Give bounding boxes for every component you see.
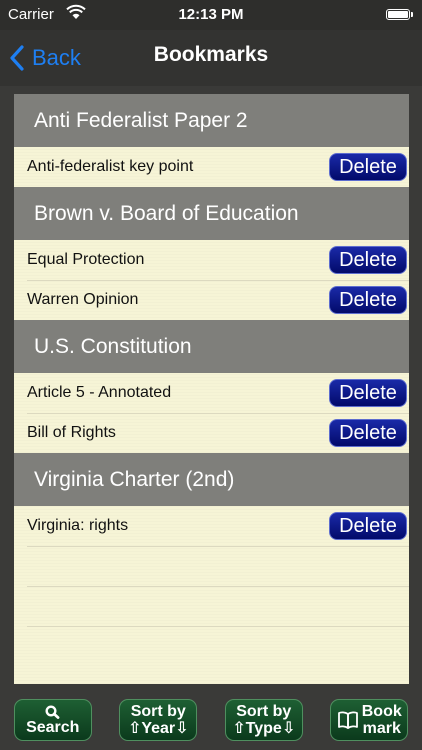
sort-year-label-top: Sort by (130, 703, 186, 720)
section-header: Anti Federalist Paper 2 (14, 94, 409, 147)
bookmark-label-bottom: mark (362, 720, 401, 737)
delete-button[interactable]: Delete (329, 246, 407, 274)
search-label: Search (26, 718, 80, 736)
section-header: Brown v. Board of Education (14, 187, 409, 240)
delete-button[interactable]: Delete (329, 419, 407, 447)
bookmark-label: Anti-federalist key point (27, 158, 194, 175)
sort-by-type-button[interactable]: Sort by ⇧Type⇩ (224, 699, 303, 741)
bookmark-label: Warren Opinion (27, 291, 139, 308)
bookmark-row[interactable]: Article 5 - Annotated Delete (14, 373, 409, 413)
bottom-toolbar: Search Sort by ⇧Year⇩ Sort by ⇧Type⇩ Boo… (0, 690, 422, 750)
sort-year-label-bottom: ⇧Year⇩ (127, 720, 189, 737)
delete-button[interactable]: Delete (329, 379, 407, 407)
bookmark-row[interactable]: Virginia: rights Delete (14, 506, 409, 546)
bookmark-label: Equal Protection (27, 251, 145, 268)
empty-row (27, 586, 409, 626)
empty-row (27, 546, 409, 586)
bookmark-label-top: Book (361, 703, 402, 720)
empty-row (27, 626, 409, 666)
status-bar: Carrier 12:13 PM (0, 0, 422, 30)
bookmark-label: Bill of Rights (27, 424, 116, 441)
section-header: Virginia Charter (2nd) (14, 453, 409, 506)
navigation-bar: Back Bookmarks (0, 30, 422, 86)
delete-button[interactable]: Delete (329, 153, 407, 181)
sort-type-label-top: Sort by (236, 703, 292, 720)
sort-by-year-button[interactable]: Sort by ⇧Year⇩ (119, 699, 198, 741)
bookmark-row[interactable]: Bill of Rights Delete (14, 413, 409, 453)
add-bookmark-button[interactable]: Book mark (330, 699, 409, 741)
section-header: U.S. Constitution (14, 320, 409, 373)
bookmark-row[interactable]: Warren Opinion Delete (14, 280, 409, 320)
search-button[interactable]: Search (13, 699, 92, 741)
delete-button[interactable]: Delete (329, 512, 407, 540)
bookmark-label: Virginia: rights (27, 517, 129, 534)
bookmark-label: Article 5 - Annotated (27, 384, 172, 401)
page-title: Bookmarks (153, 43, 269, 66)
bookmark-row[interactable]: Anti-federalist key point Delete (14, 147, 409, 187)
battery-icon (386, 9, 413, 20)
open-book-icon (337, 711, 358, 729)
delete-button[interactable]: Delete (329, 286, 407, 314)
sort-type-label-bottom: ⇧Type⇩ (232, 720, 296, 737)
status-time: 12:13 PM (178, 6, 244, 23)
bookmark-row[interactable]: Equal Protection Delete (14, 240, 409, 280)
magnifier-icon (45, 704, 60, 719)
bookmarks-list: Anti Federalist Paper 2 Anti-federalist … (14, 94, 409, 684)
